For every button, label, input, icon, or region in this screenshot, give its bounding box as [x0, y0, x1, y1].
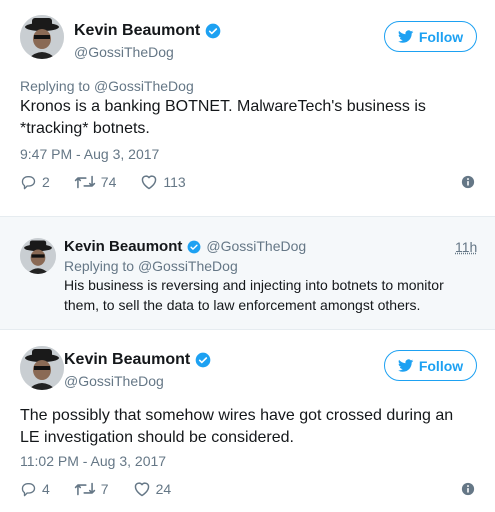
tweet-actions: 4 7 24 — [20, 481, 195, 497]
tweet-timestamp[interactable]: 9:47 PM - Aug 3, 2017 — [20, 146, 159, 162]
retweet-count: 7 — [100, 481, 109, 497]
author-name[interactable]: Kevin Beaumont — [74, 22, 221, 40]
retweet-count: 74 — [100, 174, 117, 190]
like-count: 113 — [163, 174, 186, 190]
tweet-text: The possibly that somehow wires have got… — [20, 407, 454, 446]
retweet-action[interactable]: 74 — [74, 174, 117, 190]
reply-action[interactable]: 4 — [20, 481, 50, 497]
info-icon[interactable] — [461, 482, 475, 496]
tweet-text: His business is reversing and injecting … — [64, 277, 444, 313]
retweet-action[interactable]: 7 — [74, 481, 109, 497]
reply-icon — [21, 483, 36, 497]
like-count: 24 — [155, 481, 172, 497]
avatar[interactable] — [20, 238, 56, 274]
author-handle[interactable]: @GossiTheDog — [74, 44, 174, 60]
reply-count: 4 — [42, 481, 50, 497]
avatar[interactable] — [20, 346, 64, 390]
author-handle[interactable]: @GossiTheDog — [206, 238, 306, 254]
verified-badge-icon — [195, 352, 211, 368]
verified-badge-icon — [205, 23, 221, 39]
author-name-text[interactable]: Kevin Beaumont — [64, 351, 190, 369]
verified-badge-icon — [187, 240, 201, 253]
follow-label: Follow — [418, 28, 464, 45]
tweet-card-3: Kevin Beaumont @GossiTheDog Follow The p… — [0, 331, 495, 512]
avatar[interactable] — [20, 15, 64, 59]
follow-label: Follow — [418, 357, 464, 374]
replying-prefix: Replying to — [20, 78, 91, 94]
twitter-bird-icon — [397, 358, 414, 372]
retweet-icon — [74, 175, 96, 189]
author-name[interactable]: Kevin Beaumont — [64, 238, 182, 255]
author-name[interactable]: Kevin Beaumont — [64, 351, 211, 369]
replying-to: Replying to @GossiTheDog — [64, 258, 238, 274]
author-handle[interactable]: @GossiTheDog — [64, 373, 164, 389]
tweet-timestamp[interactable]: 11:02 PM - Aug 3, 2017 — [20, 453, 166, 469]
twitter-bird-icon — [397, 29, 414, 43]
reply-action[interactable]: 2 — [20, 174, 50, 190]
replying-handle-link[interactable]: @GossiTheDog — [138, 258, 238, 274]
retweet-icon — [74, 482, 96, 496]
replying-prefix: Replying to — [64, 258, 135, 274]
author-name-text[interactable]: Kevin Beaumont — [74, 22, 200, 40]
quote-author-line[interactable]: Kevin Beaumont @GossiTheDog — [64, 238, 306, 255]
reply-icon — [21, 176, 36, 190]
replying-to: Replying to @GossiTheDog — [20, 78, 194, 94]
replying-handle-link[interactable]: @GossiTheDog — [94, 78, 194, 94]
like-icon — [142, 175, 157, 190]
tweet-time-ago[interactable]: 11h — [455, 239, 477, 255]
follow-button[interactable]: Follow — [384, 350, 477, 381]
info-icon[interactable] — [461, 175, 475, 189]
reply-count: 2 — [42, 174, 50, 190]
tweet-actions: 2 74 113 — [20, 174, 210, 190]
tweet-text: Kronos is a banking BOTNET. MalwareTech'… — [20, 98, 426, 137]
tweet-card-1: Kevin Beaumont @GossiTheDog Follow Reply… — [0, 0, 495, 215]
like-action[interactable]: 113 — [140, 174, 186, 190]
follow-button[interactable]: Follow — [384, 21, 477, 52]
like-icon — [134, 482, 149, 497]
tweet-card-2[interactable]: Kevin Beaumont @GossiTheDog 11h Replying… — [0, 216, 495, 330]
like-action[interactable]: 24 — [133, 481, 172, 497]
